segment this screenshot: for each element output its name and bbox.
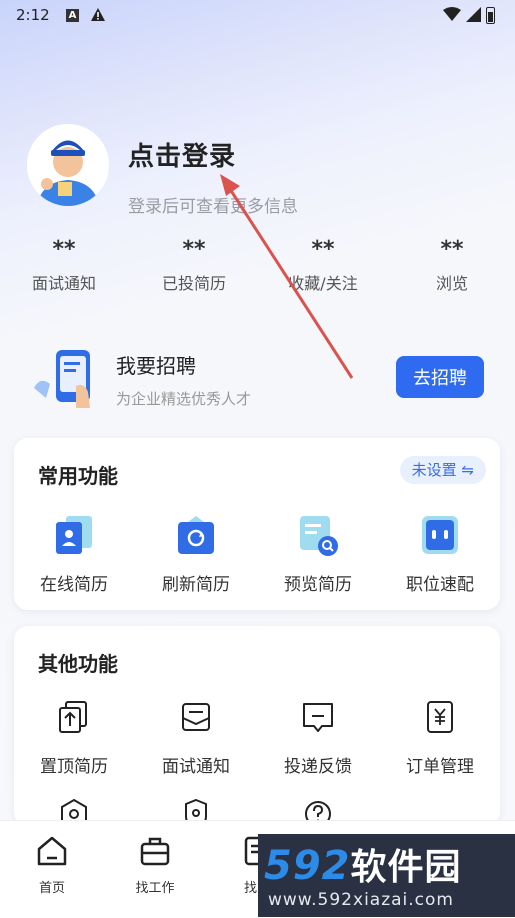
pin-resume-icon <box>52 696 96 740</box>
avatar[interactable] <box>27 124 109 206</box>
stats-row: ** 面试通知 ** 已投简历 ** 收藏/关注 ** 浏览 <box>0 236 515 300</box>
job-match-icon <box>418 514 462 558</box>
stat-label: 收藏/关注 <box>288 274 358 293</box>
not-set-badge[interactable]: 未设置 ⇋ <box>399 456 486 484</box>
grid-item-label: 在线简历 <box>40 575 108 595</box>
grid-item-label: 置顶简历 <box>40 757 108 777</box>
other-functions-title: 其他功能 <box>38 652 118 676</box>
battery-icon <box>486 7 495 24</box>
tab-label: 找工作 <box>135 881 175 896</box>
watermark-url: www.592xiazai.com <box>268 890 454 910</box>
site-watermark: 592软件园 www.592xiazai.com <box>258 834 515 917</box>
recruit-title: 我要招聘 <box>116 354 196 378</box>
stat-applied[interactable]: ** 已投简历 <box>139 236 249 294</box>
warning-icon <box>91 8 105 21</box>
wifi-icon <box>443 7 461 21</box>
watermark-brand-cn: 软件园 <box>350 847 462 888</box>
signal-icon <box>466 7 481 22</box>
stat-label: 浏览 <box>435 274 468 293</box>
stat-value: ** <box>311 237 335 262</box>
status-time: 2:12 <box>16 6 50 24</box>
avatar-illustration <box>27 124 109 206</box>
status-bar: 2:12 A <box>0 0 515 32</box>
other-functions-card: 其他功能 置顶简历 面试通知 投递反馈 订单管理 <box>14 626 500 832</box>
interview-notice-button[interactable]: 面试通知 <box>136 696 256 777</box>
common-functions-title: 常用功能 <box>38 464 118 488</box>
tab-find-job[interactable]: 找工作 <box>125 833 185 896</box>
login-subtitle: 登录后可查看更多信息 <box>128 197 298 217</box>
feedback-icon <box>296 696 340 740</box>
preview-resume-icon <box>296 514 340 558</box>
interview-mail-icon <box>174 696 218 740</box>
grid-item-label: 投递反馈 <box>284 757 352 777</box>
stat-interview[interactable]: ** 面试通知 <box>9 236 119 294</box>
job-match-button[interactable]: 职位速配 <box>380 514 500 595</box>
stat-label: 面试通知 <box>31 274 96 293</box>
stat-value: ** <box>52 237 76 262</box>
grid-item-label: 预览简历 <box>284 575 352 595</box>
stat-value: ** <box>440 237 464 262</box>
stat-favorites[interactable]: ** 收藏/关注 <box>268 236 378 294</box>
a-notification-icon: A <box>66 9 79 22</box>
grid-item-label: 刷新简历 <box>162 575 230 595</box>
grid-item-label: 职位速配 <box>406 575 474 595</box>
tab-home[interactable]: 首页 <box>22 833 82 896</box>
go-recruit-button[interactable]: 去招聘 <box>396 356 484 398</box>
recruit-phone-icon <box>34 350 90 408</box>
briefcase-icon <box>140 837 170 866</box>
stat-views[interactable]: ** 浏览 <box>397 236 507 294</box>
refresh-resume-button[interactable]: 刷新简历 <box>136 514 256 595</box>
delivery-feedback-button[interactable]: 投递反馈 <box>258 696 378 777</box>
preview-resume-button[interactable]: 预览简历 <box>258 514 378 595</box>
stat-value: ** <box>182 237 206 262</box>
watermark-brand: 592软件园 <box>264 838 462 890</box>
tab-label: 首页 <box>38 881 65 896</box>
home-icon <box>37 836 67 866</box>
grid-item-label: 面试通知 <box>162 757 230 777</box>
online-resume-button[interactable]: 在线简历 <box>14 514 134 595</box>
refresh-resume-icon <box>174 514 218 558</box>
online-resume-icon <box>52 514 96 558</box>
recruit-banner: 我要招聘 为企业精选优秀人才 去招聘 <box>0 328 515 428</box>
pin-resume-button[interactable]: 置顶简历 <box>14 696 134 777</box>
watermark-number: 592 <box>264 843 351 889</box>
order-management-button[interactable]: 订单管理 <box>380 696 500 777</box>
stat-label: 已投简历 <box>161 274 226 293</box>
order-icon <box>418 696 462 740</box>
profile-header[interactable]: 点击登录 登录后可查看更多信息 <box>0 120 515 220</box>
grid-item-label: 订单管理 <box>406 757 474 777</box>
common-functions-card: 常用功能 未设置 ⇋ 在线简历 刷新简历 预览简历 职位速配 <box>14 438 500 610</box>
recruit-subtitle: 为企业精选优秀人才 <box>116 390 252 408</box>
login-title[interactable]: 点击登录 <box>128 136 236 173</box>
